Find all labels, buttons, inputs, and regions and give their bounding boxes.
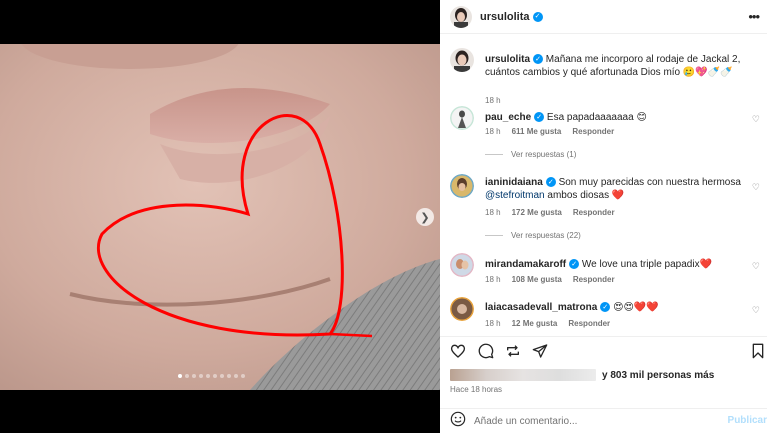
blurred-likers bbox=[450, 369, 596, 381]
comment-item: laiacasadevall_matrona ✓ 😍😍❤️❤️ 18 h 12 M… bbox=[450, 297, 760, 333]
like-icon[interactable] bbox=[450, 343, 466, 364]
carousel-dot bbox=[206, 374, 210, 378]
view-replies-button[interactable]: Ver respuestas (1) bbox=[485, 150, 576, 159]
comment-username[interactable]: laiacasadevall_matrona bbox=[485, 302, 597, 313]
caption-time: 18 h bbox=[485, 96, 501, 105]
verified-badge-icon: ✓ bbox=[600, 302, 611, 313]
comment-likes[interactable]: 108 Me gusta bbox=[512, 275, 562, 284]
post-photo[interactable] bbox=[0, 44, 440, 390]
comment-item: ianinidaiana ✓ Son muy parecidas con nues… bbox=[450, 174, 760, 244]
view-replies-label: Ver respuestas (22) bbox=[511, 231, 581, 240]
comment-time: 18 h bbox=[485, 319, 501, 328]
baby-lips-photo bbox=[0, 44, 440, 390]
add-comment-bar: Añade un comentario... Publicar bbox=[440, 408, 767, 433]
like-heart-icon[interactable]: ♡ bbox=[752, 182, 760, 193]
comment-icon[interactable] bbox=[478, 343, 494, 364]
comment-input[interactable]: Añade un comentario... bbox=[474, 416, 577, 427]
verified-badge-icon: ✓ bbox=[569, 259, 580, 270]
reply-button[interactable]: Responder bbox=[573, 208, 615, 217]
verified-badge-icon: ✓ bbox=[532, 11, 543, 22]
carousel-dot bbox=[220, 374, 224, 378]
post-panel: ursulolita ✓ ••• ursulolita ✓ Mañana me i… bbox=[440, 0, 767, 433]
carousel-dot bbox=[234, 374, 238, 378]
view-replies-button[interactable]: Ver respuestas (22) bbox=[485, 231, 581, 240]
save-bookmark-icon[interactable] bbox=[751, 343, 765, 364]
reply-button[interactable]: Responder bbox=[572, 127, 614, 136]
post-time: Hace 18 horas bbox=[450, 385, 503, 394]
reply-button[interactable]: Responder bbox=[568, 319, 610, 328]
comment-username[interactable]: mirandamakaroff bbox=[485, 259, 566, 270]
carousel-dot bbox=[241, 374, 245, 378]
carousel-dot bbox=[227, 374, 231, 378]
comments-list: ursulolita ✓ Mañana me incorporo al rodaj… bbox=[440, 34, 767, 336]
action-bar bbox=[440, 336, 767, 364]
caption-username[interactable]: ursulolita bbox=[485, 54, 530, 65]
commenter-avatar[interactable] bbox=[450, 297, 474, 321]
comment-username[interactable]: pau_eche bbox=[485, 112, 531, 123]
comment-likes[interactable]: 172 Me gusta bbox=[512, 208, 562, 217]
caption: ursulolita ✓ Mañana me incorporo al rodaj… bbox=[450, 48, 760, 105]
comment-item: mirandamakaroff ✓ We love una triple papa… bbox=[450, 253, 760, 289]
like-heart-icon[interactable]: ♡ bbox=[752, 305, 760, 316]
carousel-dot bbox=[185, 374, 189, 378]
comment-likes[interactable]: 611 Me gusta bbox=[512, 127, 562, 136]
share-icon[interactable] bbox=[532, 343, 548, 364]
carousel-dot bbox=[199, 374, 203, 378]
carousel-dots bbox=[178, 374, 245, 378]
comment-text: We love una triple papadix❤️ bbox=[581, 259, 713, 270]
comment-likes[interactable]: 12 Me gusta bbox=[512, 319, 558, 328]
repost-icon[interactable] bbox=[505, 343, 521, 364]
likes-count-text: y 803 mil personas más bbox=[602, 369, 715, 381]
like-heart-icon[interactable]: ♡ bbox=[752, 261, 760, 272]
author-username[interactable]: ursulolita bbox=[480, 11, 530, 23]
post-header: ursulolita ✓ ••• bbox=[440, 0, 767, 34]
publish-button[interactable]: Publicar bbox=[728, 415, 767, 426]
comment-time: 18 h bbox=[485, 208, 501, 217]
emoji-icon[interactable] bbox=[450, 411, 466, 432]
comment-username[interactable]: ianinidaiana bbox=[485, 177, 543, 188]
caption-avatar[interactable] bbox=[450, 48, 474, 72]
view-replies-label: Ver respuestas (1) bbox=[511, 150, 577, 159]
more-options-icon[interactable]: ••• bbox=[748, 9, 760, 24]
comment-text: Son muy parecidas con nuestra hermosa bbox=[558, 177, 741, 188]
comment-item: pau_eche ✓ Esa papadaaaaaaa 😊 18 h 611 Me… bbox=[450, 106, 760, 166]
verified-badge-icon: ✓ bbox=[545, 177, 556, 188]
comment-text-continued: ambos diosas ❤️ bbox=[547, 190, 625, 201]
verified-badge-icon: ✓ bbox=[533, 54, 544, 65]
comment-time: 18 h bbox=[485, 275, 501, 284]
author-avatar[interactable] bbox=[450, 5, 472, 28]
commenter-avatar[interactable] bbox=[450, 106, 474, 130]
comment-mention-link[interactable]: @stefroitman bbox=[485, 190, 545, 201]
chevron-right-icon: ❯ bbox=[420, 211, 430, 224]
post-media: ❯ bbox=[0, 0, 440, 433]
comment-text: 😍😍❤️❤️ bbox=[613, 302, 659, 313]
carousel-dot bbox=[213, 374, 217, 378]
reply-button[interactable]: Responder bbox=[573, 275, 615, 284]
verified-badge-icon: ✓ bbox=[534, 112, 545, 123]
carousel-next-button[interactable]: ❯ bbox=[416, 208, 434, 226]
commenter-avatar[interactable] bbox=[450, 253, 474, 277]
comment-text: Esa papadaaaaaaa 😊 bbox=[546, 112, 647, 123]
comment-time: 18 h bbox=[485, 127, 501, 136]
like-heart-icon[interactable]: ♡ bbox=[752, 114, 760, 125]
carousel-dot bbox=[192, 374, 196, 378]
likes-summary[interactable]: y 803 mil personas más bbox=[450, 369, 714, 381]
carousel-dot bbox=[178, 374, 182, 378]
commenter-avatar[interactable] bbox=[450, 174, 474, 198]
